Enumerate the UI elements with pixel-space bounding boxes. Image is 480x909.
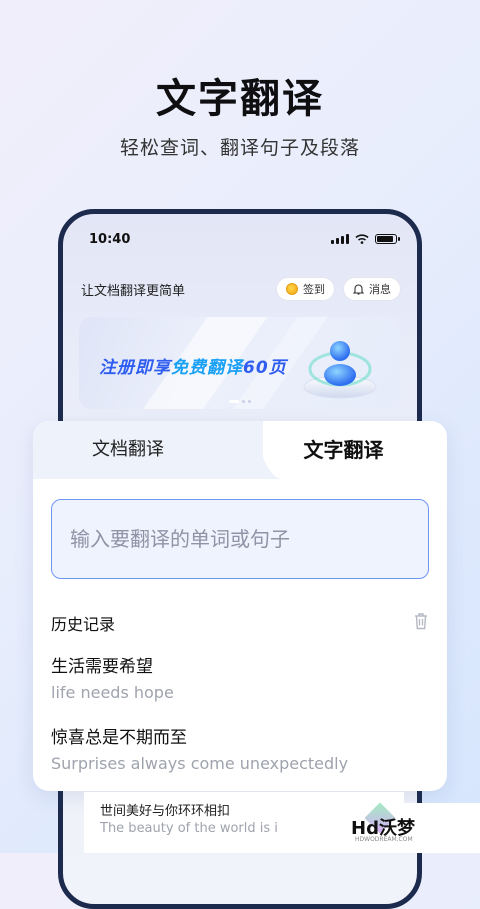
translate-input[interactable] xyxy=(51,499,429,579)
history-source: 惊喜总是不期而至 xyxy=(51,728,187,748)
watermark: Hd沃梦 HDWODREAM.COM xyxy=(279,802,480,853)
banner-pagination xyxy=(229,400,251,403)
history-heading: 历史记录 xyxy=(51,615,116,634)
coin-icon xyxy=(286,283,298,295)
battery-icon xyxy=(375,234,400,244)
translate-card: 文档翻译 文字翻译 历史记录 生活需要希望 life needs hope 惊喜… xyxy=(33,421,447,791)
history-item[interactable]: 惊喜总是不期而至 Surprises always come unexpecte… xyxy=(51,723,348,773)
promo-banner[interactable]: 注册即享免费翻译60页 xyxy=(79,317,401,409)
messages-button[interactable]: 消息 xyxy=(343,277,401,301)
hero-title: 文字翻译 xyxy=(156,76,324,122)
tab-bar: 文档翻译 文字翻译 xyxy=(33,421,447,479)
checkin-button[interactable]: 签到 xyxy=(276,277,335,301)
signal-icon xyxy=(331,234,349,244)
messages-label: 消息 xyxy=(369,283,391,296)
trash-icon[interactable] xyxy=(413,612,429,630)
banner-text: 注册即享免费翻译60页 xyxy=(99,358,287,378)
hero-subtitle: 轻松查词、翻译句子及段落 xyxy=(119,137,360,159)
user-3d-icon xyxy=(303,341,377,399)
bell-icon xyxy=(353,284,364,295)
status-icons xyxy=(331,234,400,244)
history-translation: The beauty of the world is i xyxy=(100,821,278,836)
tab-document-translate[interactable]: 文档翻译 xyxy=(33,421,223,479)
wifi-icon xyxy=(355,234,369,244)
checkin-label: 签到 xyxy=(303,283,325,296)
status-time: 10:40 xyxy=(89,232,131,247)
app-header: 让文档翻译更简单 签到 消息 xyxy=(81,276,401,302)
history-translation: Surprises always come unexpectedly xyxy=(51,754,349,773)
history-source: 生活需要希望 xyxy=(51,657,153,677)
history-source: 世间美好与你环环相扣 xyxy=(100,804,231,819)
watermark-sub: HDWODREAM.COM xyxy=(355,836,413,843)
tab-text-translate[interactable]: 文字翻译 xyxy=(240,421,447,479)
history-translation: life needs hope xyxy=(51,683,174,702)
history-item[interactable]: 生活需要希望 life needs hope xyxy=(51,652,174,702)
app-title: 让文档翻译更简单 xyxy=(81,283,186,299)
